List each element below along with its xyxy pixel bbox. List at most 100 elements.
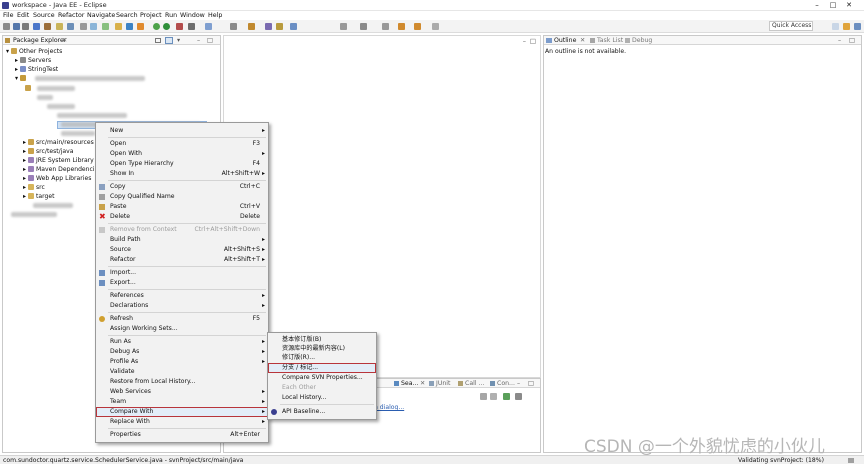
menu-item-refactor[interactable]: Refactor Alt+Shift+T ▸ (96, 255, 268, 265)
new-icon[interactable] (3, 23, 10, 30)
toggle-icon[interactable] (44, 23, 51, 30)
search-icon[interactable] (137, 23, 144, 30)
submenu-item-revision[interactable]: 修订版(R)... (268, 353, 376, 363)
menu-item-build-path[interactable]: Build Path ▸ (96, 235, 268, 245)
tree-item[interactable]: ▾ Other Projects (6, 48, 62, 55)
maximize-view-icon[interactable]: □ (528, 380, 534, 387)
menu-item-validate[interactable]: Validate (96, 367, 268, 377)
tree-item[interactable]: ▸ src (23, 184, 45, 191)
close-tab-icon[interactable]: ✕ (62, 37, 67, 44)
progress-icon[interactable] (848, 458, 854, 463)
tree-item[interactable]: ▸ Servers (15, 57, 51, 64)
new-server-icon[interactable] (205, 23, 212, 30)
submenu-item-branch-tag[interactable]: 分支 / 标记... (268, 363, 376, 373)
tree-item[interactable]: ▾ (15, 75, 28, 82)
last-edit-icon[interactable] (382, 23, 389, 30)
tree-item[interactable]: ▸ Web App Libraries (23, 175, 91, 182)
pin-editor-icon[interactable] (432, 23, 439, 30)
menu-item-refresh[interactable]: Refresh F5 (96, 314, 268, 324)
menu-window[interactable]: Window (180, 11, 205, 20)
save-icon[interactable] (13, 23, 20, 30)
menu-navigate[interactable]: Navigate (87, 11, 115, 20)
submenu-item-local-history[interactable]: Local History... (268, 393, 376, 403)
menu-item-declarations[interactable]: Declarations ▸ (96, 301, 268, 311)
menu-item-delete[interactable]: ✖ Delete Delete (96, 212, 268, 222)
tree-item[interactable]: ▸ Maven Dependencies (23, 166, 102, 173)
menu-item-export[interactable]: Export... (96, 278, 268, 288)
menu-item-import[interactable]: Import... (96, 268, 268, 278)
tab-package-explorer[interactable]: Package Explorer (13, 37, 66, 44)
tree-item[interactable]: ▸ StringTest (15, 66, 58, 73)
minimize-view-icon[interactable]: – (197, 37, 200, 44)
menu-source[interactable]: Source (33, 11, 55, 20)
menu-item-show-in[interactable]: Show In Alt+Shift+W ▸ (96, 169, 268, 179)
view-menu-icon[interactable]: ▾ (177, 37, 180, 44)
tab-debug[interactable]: Debug (632, 37, 652, 44)
maximize-view-icon[interactable]: □ (207, 37, 213, 44)
close-tab-icon[interactable]: ✕ (420, 380, 425, 387)
view-menu-icon[interactable] (515, 393, 522, 400)
tab-task-list[interactable]: Task List (597, 37, 623, 44)
tree-item[interactable]: ▸ src/main/resources (23, 139, 94, 146)
submenu-item-api-baseline[interactable]: API Baseline... (268, 407, 376, 417)
minimize-view-icon[interactable]: – (517, 380, 520, 387)
terminal-icon[interactable] (102, 23, 109, 30)
skip-icon[interactable] (67, 23, 74, 30)
link-editor-icon[interactable] (165, 37, 173, 44)
minimize-editor-icon[interactable]: – (523, 37, 526, 45)
highlight-icon[interactable] (276, 23, 283, 30)
menu-item-source[interactable]: Source Alt+Shift+S ▸ (96, 245, 268, 255)
menu-item-copy-qualified-name[interactable]: Copy Qualified Name (96, 192, 268, 202)
menu-search[interactable]: Search (116, 11, 138, 20)
next-annotation-icon[interactable] (340, 23, 347, 30)
menu-item-restore-local-history[interactable]: Restore from Local History... (96, 377, 268, 387)
server-icon[interactable] (80, 23, 87, 30)
collapse-all-icon[interactable] (155, 38, 161, 43)
menu-item-web-services[interactable]: Web Services ▸ (96, 387, 268, 397)
coverage-icon[interactable] (188, 23, 195, 30)
menu-item-new[interactable]: New ▸ (96, 126, 268, 136)
prev-annotation-icon[interactable] (360, 23, 367, 30)
browser-icon[interactable] (126, 23, 133, 30)
javaee-perspective-icon[interactable] (843, 23, 850, 30)
menu-item-open[interactable]: Open F3 (96, 139, 268, 149)
save-all-icon[interactable] (22, 23, 29, 30)
menu-refactor[interactable]: Refactor (58, 11, 84, 20)
pin-icon[interactable] (290, 23, 297, 30)
pin-view-icon[interactable] (490, 393, 497, 400)
tree-item[interactable]: ▸ target (23, 193, 55, 200)
tab-outline[interactable]: Outline (554, 37, 576, 44)
menu-item-paste[interactable]: Paste Ctrl+V (96, 202, 268, 212)
menu-item-debug-as[interactable]: Debug As ▸ (96, 347, 268, 357)
history-icon[interactable] (480, 393, 487, 400)
back-icon[interactable] (398, 23, 405, 30)
tree-item[interactable]: ▸ src/test/java (23, 148, 73, 155)
wizard-icon[interactable] (115, 23, 122, 30)
tab-console[interactable]: Con... (497, 380, 515, 387)
menu-edit[interactable]: Edit (17, 11, 29, 20)
menu-project[interactable]: Project (140, 11, 162, 20)
submenu-item-compare-svn-properties[interactable]: Compare SVN Properties... (268, 373, 376, 383)
minimize-view-icon[interactable]: – (838, 37, 841, 44)
menu-item-open-type-hierarchy[interactable]: Open Type Hierarchy F4 (96, 159, 268, 169)
forward-icon[interactable] (414, 23, 421, 30)
menu-item-replace-with[interactable]: Replace With ▸ (96, 417, 268, 427)
menu-file[interactable]: File (3, 11, 14, 20)
menu-run[interactable]: Run (165, 11, 177, 20)
close-icon[interactable]: ✕ (842, 0, 856, 10)
tree-item[interactable] (25, 85, 33, 92)
maximize-view-icon[interactable]: □ (849, 37, 855, 44)
close-tab-icon[interactable]: ✕ (580, 37, 585, 44)
tab-junit[interactable]: JUnit (436, 380, 450, 387)
menu-item-assign-working-sets[interactable]: Assign Working Sets... (96, 324, 268, 334)
minimize-icon[interactable]: – (810, 0, 824, 10)
tree-item[interactable]: ▸ JRE System Library (23, 157, 94, 164)
server-start-icon[interactable] (90, 23, 97, 30)
annotation-icon[interactable] (265, 23, 272, 30)
menu-item-compare-with[interactable]: Compare With ▸ (96, 407, 268, 417)
menu-help[interactable]: Help (208, 11, 222, 20)
tab-call-hierarchy[interactable]: Call ... (465, 380, 484, 387)
run-icon[interactable] (163, 23, 170, 30)
open-perspective-icon[interactable] (832, 23, 839, 30)
external-tools-icon[interactable] (176, 23, 183, 30)
